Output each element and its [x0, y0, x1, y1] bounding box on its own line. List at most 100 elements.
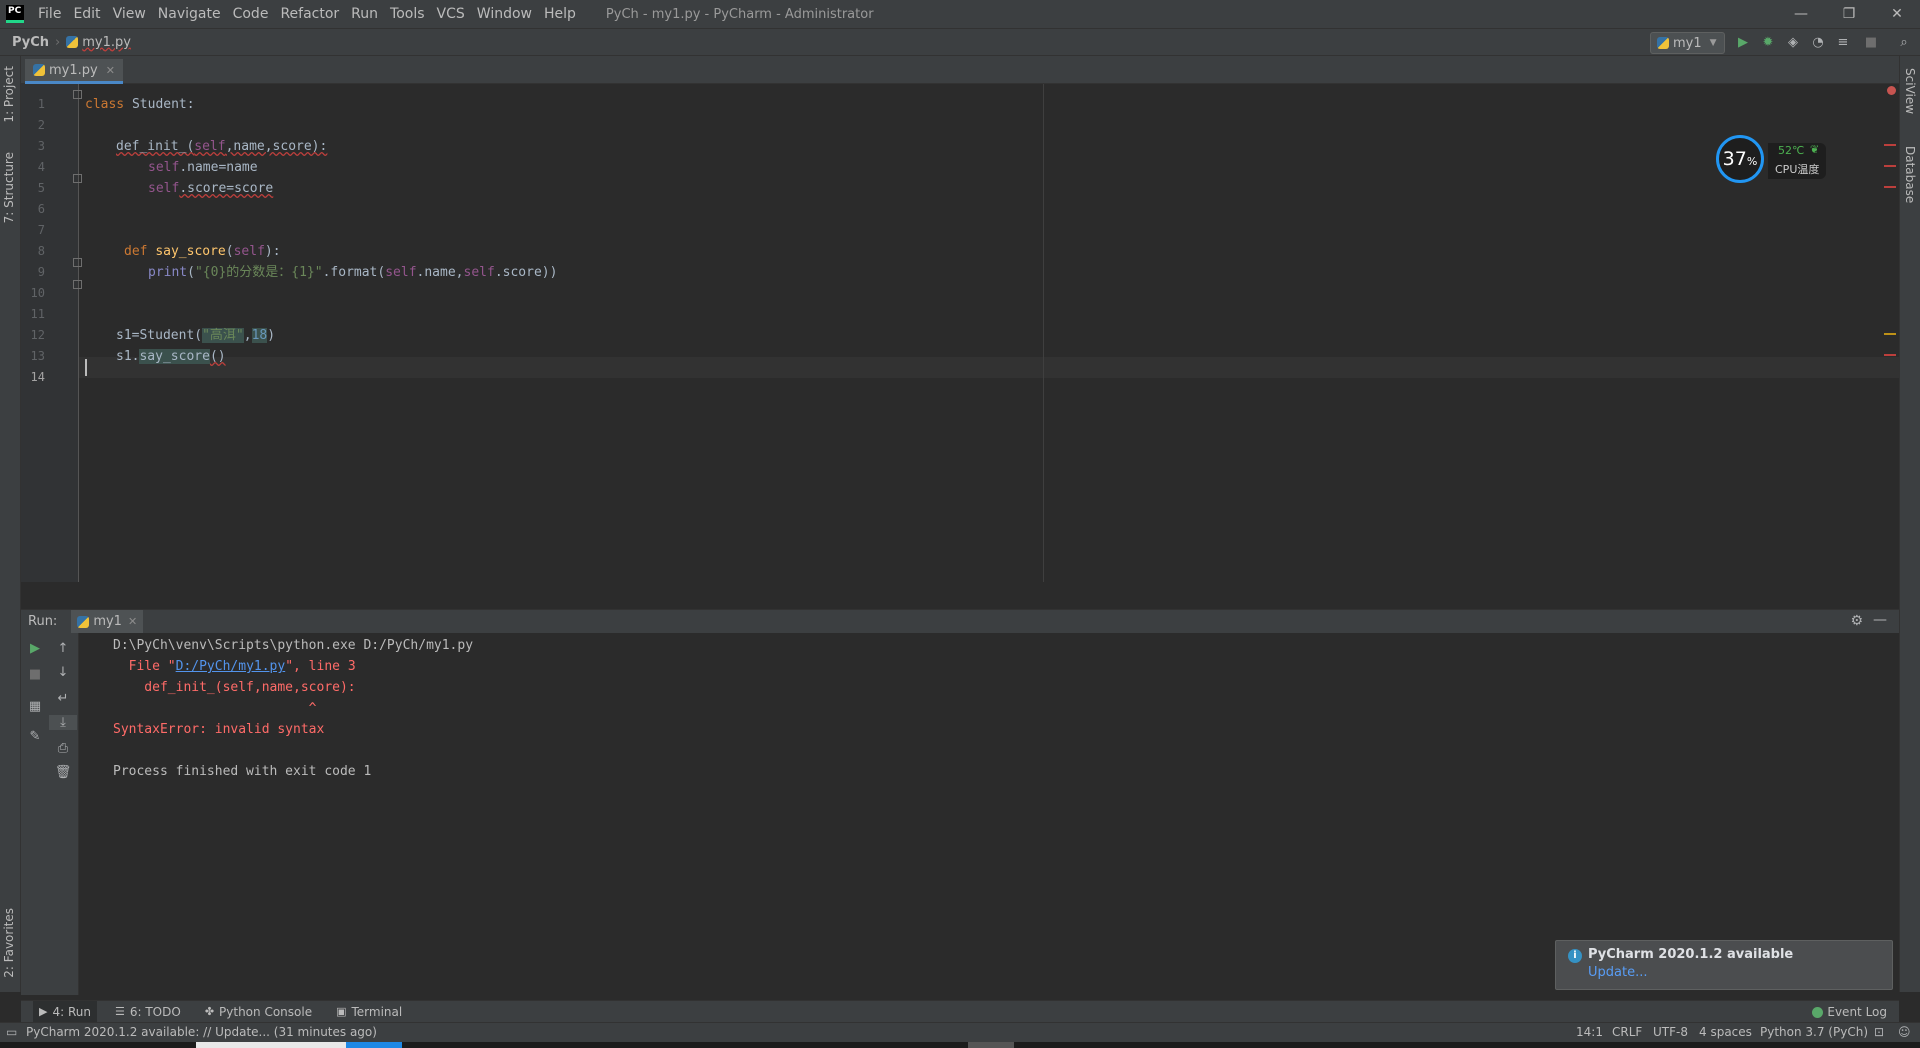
restore-icon[interactable]: ❐ — [1826, 0, 1872, 28]
search-icon[interactable]: ⌕ — [1894, 33, 1914, 53]
play-icon: ▶ — [39, 1005, 48, 1018]
editor-tab-label: my1.py — [49, 62, 98, 78]
breadcrumb-file[interactable]: my1.py — [82, 35, 131, 50]
line-number: 6 — [37, 202, 45, 216]
minimize-icon[interactable]: — — [1778, 0, 1824, 28]
fold-marker-icon[interactable] — [73, 90, 82, 99]
menu-run[interactable]: Run — [345, 0, 384, 28]
tab-python-console[interactable]: ✤ Python Console — [199, 1001, 318, 1023]
menu-code[interactable]: Code — [227, 0, 275, 28]
menu-edit[interactable]: Edit — [67, 0, 106, 28]
list-icon: ☰ — [114, 1005, 125, 1018]
favorites-tool-tab[interactable]: 2: Favorites — [2, 908, 16, 978]
console-output-line: Process finished with exit code 1 — [113, 764, 372, 779]
fold-marker-icon[interactable] — [73, 174, 82, 183]
hide-panel-icon[interactable]: — — [1873, 612, 1887, 628]
terminal-icon: ▣ — [336, 1005, 347, 1018]
left-tool-strip: 1: Project 7: Structure 2: Favorites — [0, 56, 21, 992]
run-panel-label: Run: — [28, 614, 58, 629]
line-number-gutter: 1 2 3 4 5 6 7 8 9 10 11 12 13 14 — [21, 84, 82, 582]
tab-run[interactable]: ▶ 4: Run — [33, 1000, 97, 1023]
warning-stripe[interactable] — [1884, 333, 1896, 335]
status-message[interactable]: PyCharm 2020.1.2 available: // Update...… — [26, 1025, 377, 1039]
line-number: 3 — [37, 139, 45, 153]
menu-window[interactable]: Window — [471, 0, 538, 28]
menu-view[interactable]: View — [107, 0, 152, 28]
close-tab-icon[interactable]: ✕ — [106, 64, 115, 77]
cpu-temperature-label: CPU温度 — [1775, 163, 1820, 176]
gear-icon[interactable]: ⚙ — [1850, 613, 1863, 629]
code-line: def say_score(self): — [124, 244, 281, 259]
menu-file[interactable]: File — [32, 0, 67, 28]
line-number: 14 — [30, 370, 45, 384]
event-log-button[interactable]: Event Log — [1812, 1001, 1887, 1023]
line-separator[interactable]: CRLF — [1612, 1025, 1642, 1039]
breadcrumb-project[interactable]: PyCh — [12, 35, 49, 50]
fold-marker-icon[interactable] — [73, 258, 82, 267]
inspector-icon[interactable]: ☺ — [1898, 1025, 1911, 1039]
right-margin-guide — [1043, 84, 1044, 582]
menu-tools[interactable]: Tools — [384, 0, 431, 28]
print-icon[interactable]: ⎙ — [49, 741, 77, 756]
run-icon[interactable]: ▶ — [1733, 33, 1753, 53]
profile-icon[interactable]: ◔ — [1808, 33, 1828, 53]
scroll-to-end-icon[interactable]: ⤓ — [49, 715, 77, 730]
close-tab-icon[interactable]: ✕ — [128, 615, 137, 628]
taskbar-item[interactable] — [346, 1042, 402, 1048]
menu-navigate[interactable]: Navigate — [152, 0, 227, 28]
close-window-icon[interactable]: ✕ — [1874, 0, 1920, 28]
menu-refactor[interactable]: Refactor — [274, 0, 345, 28]
stop-icon[interactable]: ■ — [1861, 33, 1881, 53]
update-link[interactable]: Update... — [1588, 965, 1647, 980]
file-link[interactable]: D:/PyCh/my1.py — [176, 659, 286, 674]
taskbar-item[interactable] — [196, 1042, 346, 1048]
code-editor[interactable]: 1 2 3 4 5 6 7 8 9 10 11 12 13 14 class S… — [21, 84, 1899, 582]
lock-icon[interactable]: ⊡ — [1874, 1025, 1884, 1039]
code-line: def_init_(self,name,score): — [116, 139, 328, 154]
taskbar-item[interactable] — [968, 1042, 1014, 1048]
line-number: 1 — [37, 97, 45, 111]
error-stripe[interactable] — [1884, 186, 1896, 188]
error-stripe[interactable] — [1884, 165, 1896, 167]
fold-marker-icon[interactable] — [73, 280, 82, 289]
code-line: print("{0}的分数是：{1}".format(self.name,sel… — [148, 265, 558, 280]
line-number: 4 — [37, 160, 45, 174]
stop-icon[interactable]: ■ — [21, 667, 49, 682]
structure-tool-tab[interactable]: 7: Structure — [2, 152, 16, 223]
line-number: 10 — [30, 286, 45, 300]
tab-terminal[interactable]: ▣ Terminal — [330, 1001, 408, 1023]
sciview-tool-tab[interactable]: SciView — [1903, 68, 1917, 114]
python-interpreter[interactable]: Python 3.7 (PyCh) — [1760, 1025, 1868, 1039]
breadcrumb-separator: › — [55, 34, 61, 50]
arrow-down-icon[interactable]: ↓ — [49, 665, 77, 680]
soft-wrap-icon[interactable]: ↵ — [49, 691, 77, 706]
error-stripe[interactable] — [1884, 144, 1896, 146]
title-bar: PC File Edit View Navigate Code Refactor… — [0, 0, 1920, 28]
trash-icon[interactable]: 🗑 — [49, 765, 77, 780]
run-configuration-select[interactable]: my1 ▼ — [1650, 32, 1725, 54]
arrow-up-icon[interactable]: ↑ — [49, 641, 77, 656]
coverage-icon[interactable]: ◈ — [1783, 33, 1803, 53]
console-output-line: def_init_(self,name,score): — [113, 680, 356, 695]
error-indicator-icon[interactable] — [1887, 86, 1896, 95]
menu-help[interactable]: Help — [538, 0, 582, 28]
indent-setting[interactable]: 4 spaces — [1699, 1025, 1752, 1039]
rerun-icon[interactable]: ▶ — [21, 641, 49, 656]
run-tasks-icon[interactable]: ≡ — [1833, 33, 1853, 53]
project-tool-tab[interactable]: 1: Project — [2, 66, 16, 123]
debug-icon[interactable]: ✹ — [1758, 33, 1778, 53]
toggle-tool-windows-icon[interactable]: ▭ — [6, 1025, 17, 1039]
menu-vcs[interactable]: VCS — [431, 0, 471, 28]
pin-icon[interactable]: ✎ — [21, 729, 49, 744]
editor-tab-my1[interactable]: my1.py ✕ — [25, 59, 123, 84]
tab-todo[interactable]: ☰ 6: TODO — [109, 1001, 187, 1023]
error-stripe[interactable] — [1884, 354, 1896, 356]
file-encoding[interactable]: UTF-8 — [1653, 1025, 1688, 1039]
layout-icon[interactable]: ▦ — [21, 699, 49, 714]
python-file-icon — [77, 615, 90, 628]
console-output-line: D:\PyCh\venv\Scripts\python.exe D:/PyCh/… — [113, 638, 474, 653]
code-line: self.score=score — [148, 181, 274, 196]
run-tab-my1[interactable]: my1 ✕ — [71, 609, 144, 634]
database-tool-tab[interactable]: Database — [1903, 146, 1917, 203]
caret-position[interactable]: 14:1 — [1576, 1025, 1603, 1039]
